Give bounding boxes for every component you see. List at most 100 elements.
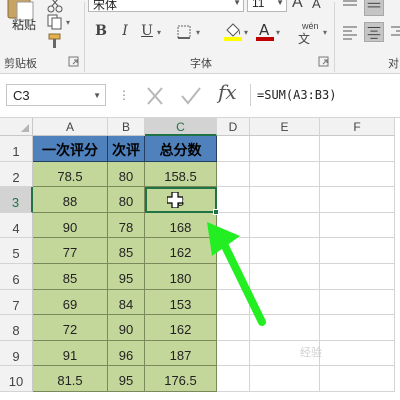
cell-a10[interactable]: 81.5 [33,366,108,392]
worksheet-grid[interactable]: A B C D E F 1 2 3 4 5 6 7 8 9 10 一次评分 次评 总分数 78.5 80 158.5 88 8… [0,118,400,400]
cell-d7[interactable] [217,289,250,316]
cell-d5[interactable] [217,238,250,264]
row-header-7[interactable]: 7 [0,289,33,316]
cell-f1[interactable] [320,136,395,162]
align-left-button[interactable] [340,22,360,42]
cell-e3[interactable] [250,187,320,213]
cell-f4[interactable] [320,212,395,239]
column-header-d[interactable]: D [217,118,250,136]
cell-b9[interactable]: 96 [108,340,145,367]
row-header-9[interactable]: 9 [0,340,33,367]
align-right-button[interactable] [388,22,400,42]
clipboard-launcher-icon[interactable] [68,56,80,68]
cell-b4[interactable]: 78 [108,212,145,239]
row-header-5[interactable]: 5 [0,238,33,264]
column-header-b[interactable]: B [108,118,145,136]
phonetic-dropdown-icon[interactable]: ▾ [323,28,327,37]
font-shrink-button[interactable]: A [312,0,321,11]
font-size-select[interactable]: 11 ▼ [247,0,287,12]
header-cell-c[interactable]: 总分数 [145,136,217,162]
cell-c9[interactable]: 187 [145,340,217,367]
cell-c6[interactable]: 180 [145,264,217,290]
column-header-e[interactable]: E [250,118,320,136]
row-header-6[interactable]: 6 [0,264,33,290]
fill-color-icon[interactable] [222,20,244,42]
cell-c7[interactable]: 153 [145,289,217,316]
select-all-button[interactable] [0,118,33,136]
cell-e6[interactable] [250,264,320,290]
cell-a9[interactable]: 91 [33,340,108,367]
font-grow-button[interactable]: A [292,0,303,12]
copy-icon[interactable] [46,14,64,30]
cell-d6[interactable] [217,264,250,290]
cell-b6[interactable]: 95 [108,264,145,290]
cell-e7[interactable] [250,289,320,316]
cell-e4[interactable] [250,212,320,239]
cell-c10[interactable]: 176.5 [145,366,217,392]
cell-b8[interactable]: 90 [108,315,145,341]
name-box[interactable]: C3 ▼ [6,84,106,106]
cell-f7[interactable] [320,289,395,316]
cell-f10[interactable] [320,366,395,392]
borders-icon[interactable] [176,24,196,40]
cell-a7[interactable]: 69 [33,289,108,316]
cell-a3[interactable]: 88 [33,187,108,213]
cell-c4[interactable]: 168 [145,212,217,239]
fill-handle[interactable] [213,208,219,215]
align-middle-button[interactable] [364,0,384,16]
phonetic-guide-button[interactable]: wén 文 [296,20,322,46]
cancel-entry-icon[interactable] [142,84,168,108]
row-header-4[interactable]: 4 [0,212,33,239]
cell-f2[interactable] [320,161,395,188]
cut-icon[interactable] [46,0,64,14]
row-header-8[interactable]: 8 [0,315,33,341]
cell-d2[interactable] [217,161,250,188]
confirm-entry-icon[interactable] [178,84,204,108]
cell-f9[interactable] [320,340,395,367]
row-header-3[interactable]: 3 [0,187,33,213]
cell-e8[interactable] [250,315,320,341]
cell-f5[interactable] [320,238,395,264]
cell-d4[interactable] [217,212,250,239]
header-cell-b[interactable]: 次评 [108,136,145,162]
borders-dropdown-icon[interactable]: ▾ [196,28,200,37]
cell-c5[interactable]: 162 [145,238,217,264]
cell-c8[interactable]: 162 [145,315,217,341]
column-header-a[interactable]: A [33,118,108,136]
header-cell-a[interactable]: 一次评分 [33,136,108,162]
row-header-1[interactable]: 1 [0,136,33,162]
row-header-10[interactable]: 10 [0,366,33,392]
cell-d1[interactable] [217,136,250,162]
fill-color-dropdown-icon[interactable]: ▾ [244,28,248,37]
cell-d3[interactable] [217,187,250,213]
format-painter-icon[interactable] [46,33,64,49]
row-header-2[interactable]: 2 [0,161,33,188]
bold-button[interactable]: B [92,22,110,40]
cell-a2[interactable]: 78.5 [33,161,108,188]
underline-button[interactable]: U [138,22,156,40]
cell-b10[interactable]: 95 [108,366,145,392]
cell-e5[interactable] [250,238,320,264]
align-center-button[interactable] [364,22,384,42]
cell-f3[interactable] [320,187,395,213]
cell-a4[interactable]: 90 [33,212,108,239]
cell-d10[interactable] [217,366,250,392]
cell-e2[interactable] [250,161,320,188]
italic-button[interactable]: I [116,22,134,40]
font-launcher-icon[interactable] [318,56,330,68]
paste-button[interactable]: 粘贴 [2,0,42,46]
column-header-c[interactable]: C [145,118,217,136]
font-color-dropdown-icon[interactable]: ▾ [276,28,280,37]
column-header-f[interactable]: F [320,118,395,136]
cell-b3[interactable]: 80 [108,187,145,213]
cell-b2[interactable]: 80 [108,161,145,188]
cell-f8[interactable] [320,315,395,341]
align-top-button[interactable] [340,0,360,16]
cell-a6[interactable]: 85 [33,264,108,290]
copy-dropdown-icon[interactable]: ▾ [66,18,70,27]
cell-a5[interactable]: 77 [33,238,108,264]
cell-d9[interactable] [217,340,250,367]
cell-a8[interactable]: 72 [33,315,108,341]
cell-d8[interactable] [217,315,250,341]
font-color-icon[interactable]: A [254,20,276,42]
